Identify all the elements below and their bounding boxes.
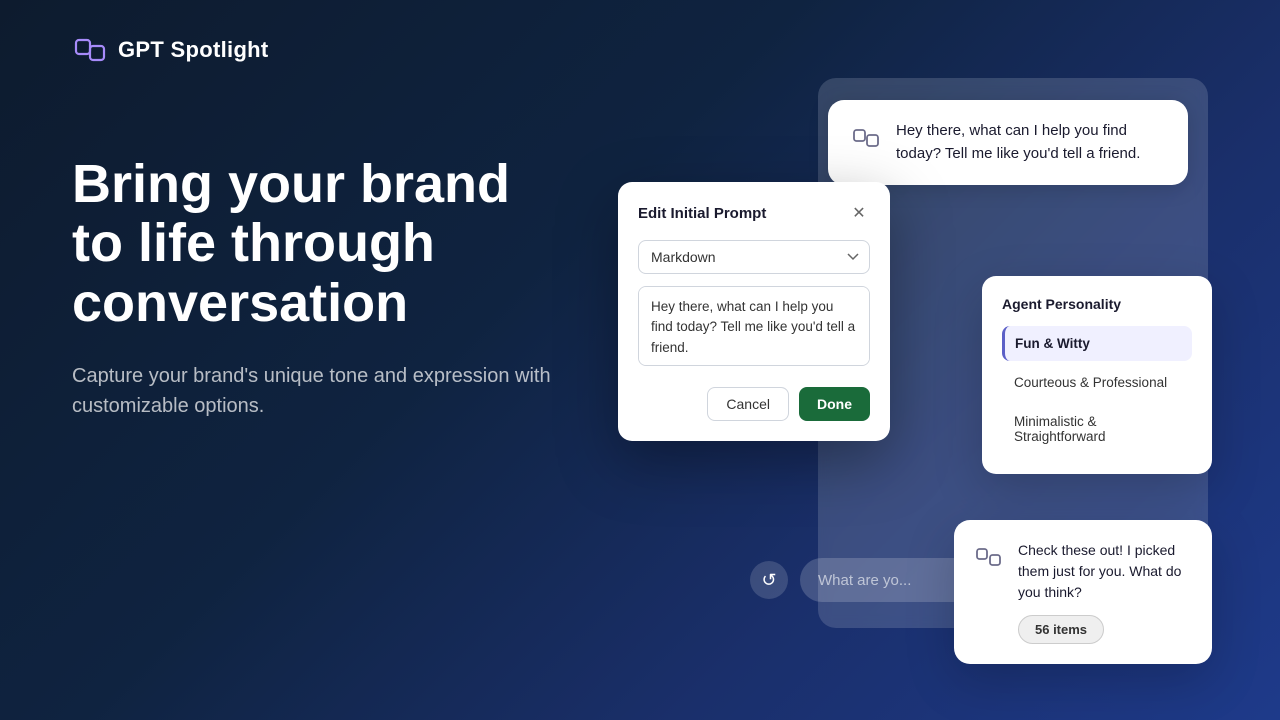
chat-bot-icon bbox=[850, 122, 882, 154]
app-logo-icon bbox=[72, 32, 108, 68]
personality-title: Agent Personality bbox=[1002, 296, 1192, 312]
app-header: GPT Spotlight bbox=[72, 32, 269, 68]
modal-close-button[interactable]: ✕ bbox=[848, 202, 870, 224]
personality-item-courteous[interactable]: Courteous & Professional bbox=[1002, 365, 1192, 400]
prompt-textarea[interactable]: Hey there, what can I help you find toda… bbox=[638, 286, 870, 366]
modal-header: Edit Initial Prompt ✕ bbox=[638, 202, 870, 224]
edit-prompt-modal: Edit Initial Prompt ✕ Markdown Plain Tex… bbox=[618, 182, 890, 441]
refresh-button[interactable]: ↺ bbox=[750, 561, 788, 599]
items-card-content: Check these out! I picked them just for … bbox=[1018, 540, 1192, 644]
items-card: Check these out! I picked them just for … bbox=[954, 520, 1212, 664]
done-button[interactable]: Done bbox=[799, 387, 870, 421]
chat-bubble-top: Hey there, what can I help you find toda… bbox=[828, 100, 1188, 185]
chat-input-placeholder: What are yo... bbox=[818, 572, 911, 589]
items-card-bot-icon bbox=[974, 542, 1004, 572]
cancel-button[interactable]: Cancel bbox=[707, 387, 789, 421]
chat-bubble-text: Hey there, what can I help you find toda… bbox=[896, 120, 1166, 165]
modal-title: Edit Initial Prompt bbox=[638, 205, 766, 222]
hero-section: Bring your brand to life through convers… bbox=[72, 155, 572, 421]
hero-subtitle: Capture your brand's unique tone and exp… bbox=[72, 361, 572, 421]
personality-item-minimalistic[interactable]: Minimalistic & Straightforward bbox=[1002, 404, 1192, 454]
format-select[interactable]: Markdown Plain Text HTML bbox=[638, 240, 870, 274]
items-badge-button[interactable]: 56 items bbox=[1018, 615, 1104, 644]
hero-title: Bring your brand to life through convers… bbox=[72, 155, 572, 333]
app-name: GPT Spotlight bbox=[118, 37, 269, 63]
items-card-text: Check these out! I picked them just for … bbox=[1018, 540, 1192, 603]
modal-actions: Cancel Done bbox=[638, 387, 870, 421]
personality-item-fun-witty[interactable]: Fun & Witty bbox=[1002, 326, 1192, 361]
personality-card: Agent Personality Fun & Witty Courteous … bbox=[982, 276, 1212, 474]
